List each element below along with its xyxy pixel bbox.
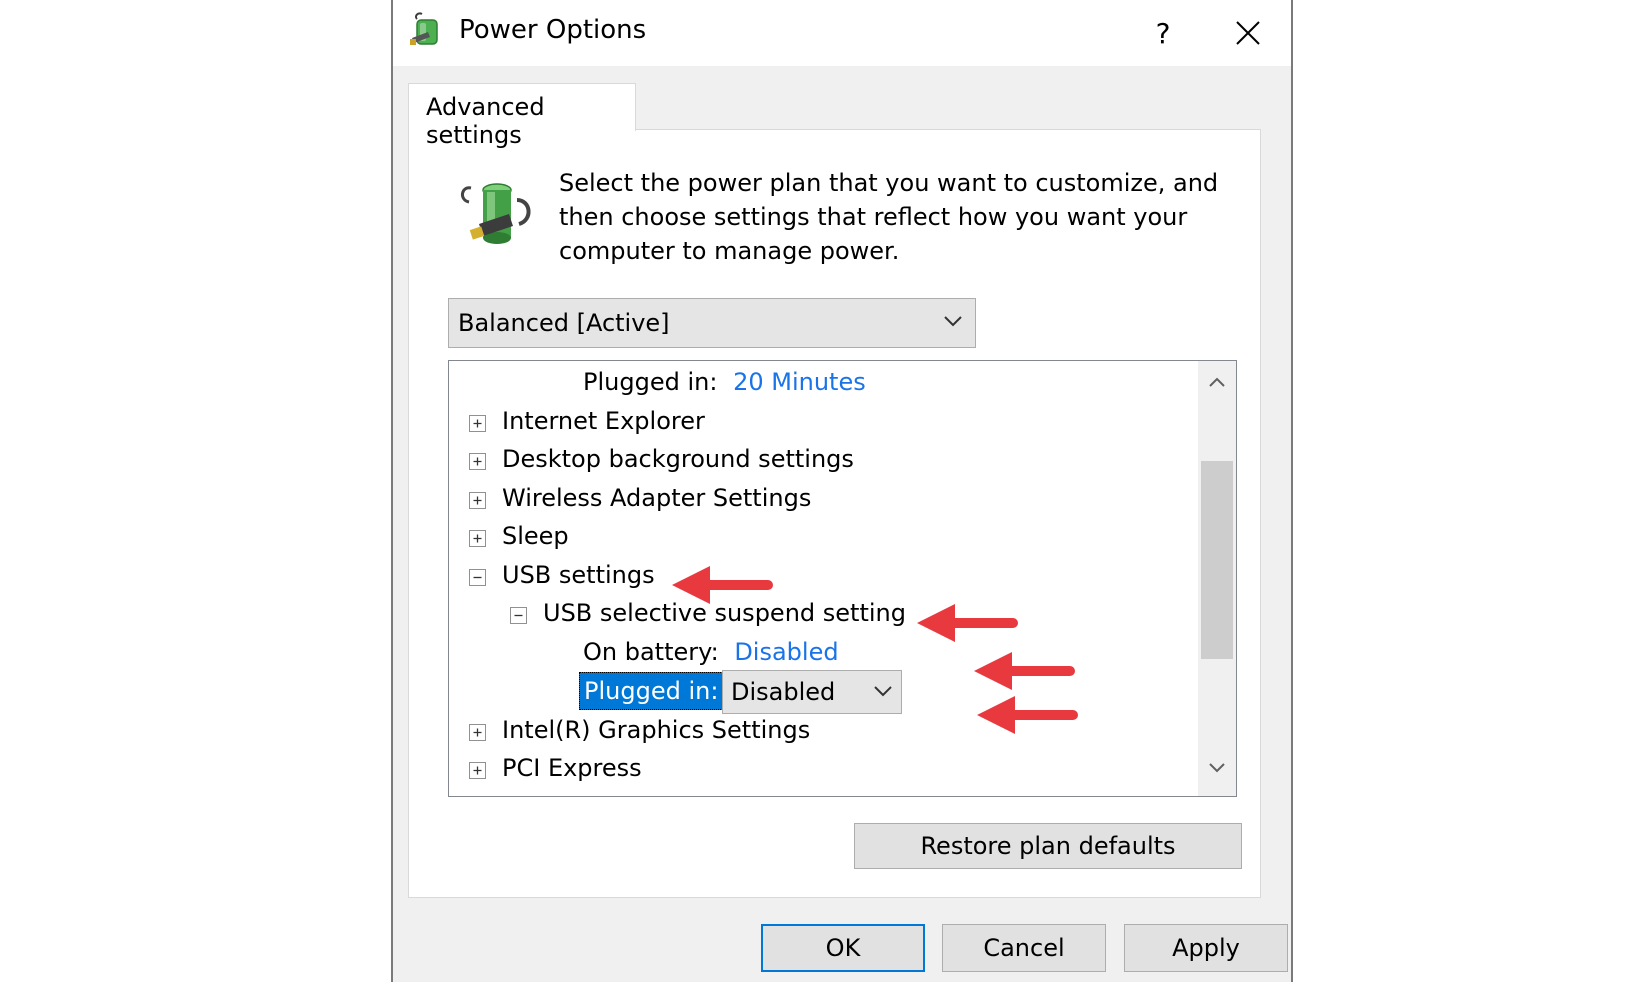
annotation-arrow: [672, 566, 773, 604]
power-options-icon: [410, 12, 438, 45]
scroll-thumb[interactable]: [1201, 461, 1233, 659]
tree-item-usb-settings[interactable]: USB settings: [502, 555, 655, 595]
power-plan-select-value: Balanced [Active]: [458, 309, 670, 337]
cancel-button[interactable]: Cancel: [942, 924, 1106, 972]
expand-icon[interactable]: [469, 453, 486, 470]
tree-item-desktop-background[interactable]: Desktop background settings: [502, 439, 854, 479]
tree-item-intel-graphics[interactable]: Intel(R) Graphics Settings: [502, 710, 810, 750]
tree-item-sleep[interactable]: Sleep: [502, 516, 569, 556]
tab-advanced-settings[interactable]: Advanced settings: [408, 83, 636, 149]
tree-setting-value[interactable]: 20 Minutes: [733, 368, 866, 396]
ok-button[interactable]: OK: [761, 924, 925, 972]
advanced-settings-panel: Select the power plan that you want to c…: [408, 129, 1261, 898]
tree-setting-label-selected: Plugged in:: [579, 672, 724, 710]
scroll-down-icon[interactable]: [1207, 761, 1227, 775]
close-button[interactable]: [1203, 0, 1293, 66]
power-options-dialog: Power Options ? Advanced settings Select…: [391, 0, 1293, 982]
expand-icon[interactable]: [469, 762, 486, 779]
tree-scrollbar[interactable]: [1198, 361, 1236, 796]
tree-item-pci-express[interactable]: PCI Express: [502, 748, 642, 788]
title-bar[interactable]: Power Options ?: [393, 0, 1291, 66]
scroll-up-icon[interactable]: [1207, 375, 1227, 389]
tree-item-internet-explorer[interactable]: Internet Explorer: [502, 401, 705, 441]
expand-icon[interactable]: [469, 530, 486, 547]
expand-icon[interactable]: [469, 492, 486, 509]
settings-tree[interactable]: Plugged in: 20 Minutes Internet Explorer…: [448, 360, 1237, 797]
tree-item-wireless-adapter[interactable]: Wireless Adapter Settings: [502, 478, 811, 518]
plugged-in-select-value: Disabled: [731, 678, 836, 706]
annotation-arrow: [977, 696, 1078, 734]
restore-plan-defaults-button[interactable]: Restore plan defaults: [854, 823, 1242, 869]
expand-icon[interactable]: [469, 724, 486, 741]
tree-setting-label: Plugged in:: [583, 368, 718, 396]
close-icon: [1236, 21, 1260, 45]
annotation-arrow: [974, 652, 1075, 690]
plugged-in-value-select[interactable]: Disabled: [722, 670, 902, 714]
annotation-arrow: [917, 604, 1018, 642]
description-text: Select the power plan that you want to c…: [559, 169, 1219, 265]
tree-setting-on-battery[interactable]: On battery: Disabled: [583, 632, 839, 672]
expand-icon[interactable]: [469, 415, 486, 432]
power-plan-select[interactable]: Balanced [Active]: [448, 298, 976, 348]
chevron-down-icon: [874, 686, 892, 697]
tree-setting-label: On battery:: [583, 638, 719, 666]
window-title: Power Options: [459, 15, 647, 45]
apply-button[interactable]: Apply: [1124, 924, 1288, 972]
collapse-icon[interactable]: [469, 569, 486, 586]
tree-setting-plugged-in-top[interactable]: Plugged in: 20 Minutes: [583, 362, 866, 402]
tree-setting-plugged-in-selected[interactable]: Plugged in:: [579, 671, 724, 711]
tree-setting-value[interactable]: Disabled: [734, 638, 838, 666]
chevron-down-icon: [944, 316, 962, 327]
help-button[interactable]: ?: [1113, 0, 1213, 66]
battery-plug-icon: [461, 183, 531, 244]
collapse-icon[interactable]: [510, 607, 527, 624]
